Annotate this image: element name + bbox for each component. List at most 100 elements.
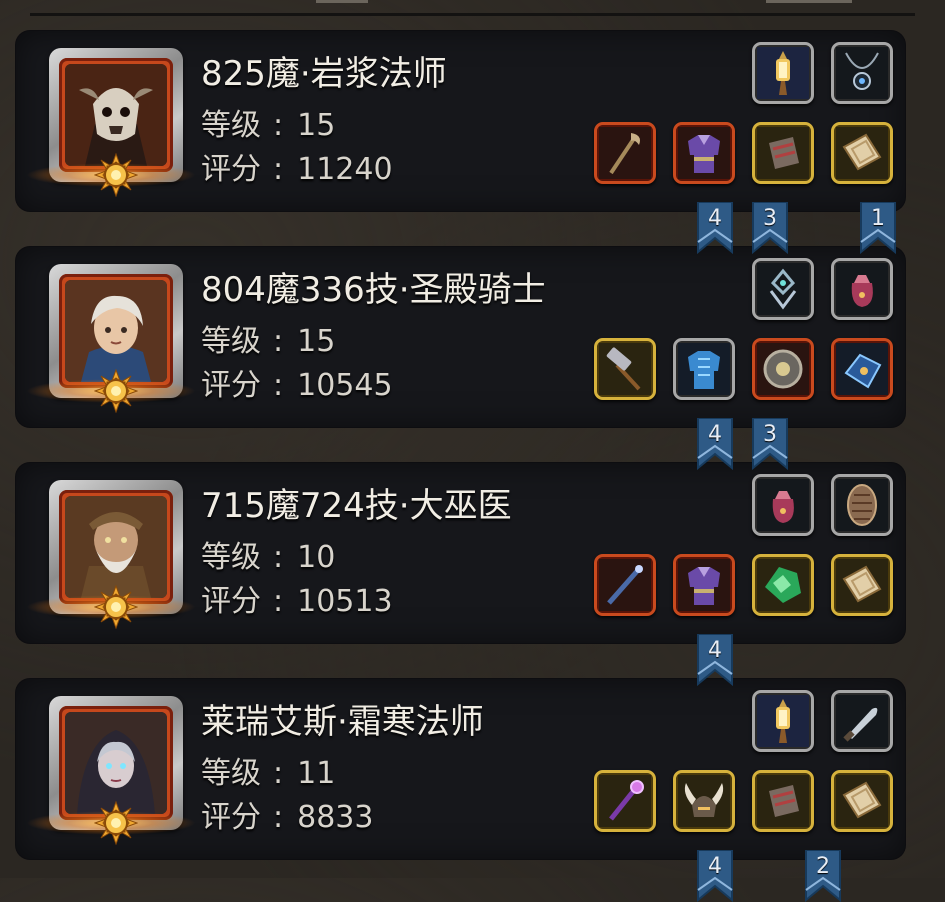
- armor-icon: [678, 559, 730, 611]
- set-count-ribbon[interactable]: 4: [695, 418, 735, 470]
- level-value: 15: [297, 108, 336, 143]
- top-bar: [0, 0, 945, 20]
- hero-level: 等级:15: [201, 324, 336, 359]
- set-count-ribbon[interactable]: 4: [695, 202, 735, 254]
- set-count-ribbon[interactable]: 2: [803, 850, 843, 902]
- sun-badge-icon: [94, 801, 138, 845]
- level-value: 15: [297, 324, 336, 359]
- emblem-icon: [757, 263, 809, 315]
- set-count: 3: [763, 422, 777, 447]
- tribal-shield-icon: [836, 479, 888, 531]
- hero-name: 804魔336技·圣殿骑士: [201, 270, 546, 310]
- bracer-icon: [757, 127, 809, 179]
- scepter-icon: [599, 775, 651, 827]
- chest-armor-icon: [678, 343, 730, 395]
- scroll-icon: [836, 775, 888, 827]
- equip-slot[interactable]: [752, 42, 814, 104]
- hero-name: 825魔·岩浆法师: [201, 54, 447, 94]
- equip-slot[interactable]: [594, 770, 656, 832]
- hero-avatar: [65, 280, 167, 382]
- hero-level: 等级:15: [201, 108, 336, 143]
- equip-slot[interactable]: [594, 554, 656, 616]
- hero-name: 莱瑞艾斯·霜寒法师: [201, 702, 484, 742]
- score-label: 评分: [201, 152, 261, 187]
- lantern-icon: [757, 47, 809, 99]
- equip-slot[interactable]: [831, 122, 893, 184]
- equip-slot[interactable]: [594, 122, 656, 184]
- hero-card[interactable]: 825魔·岩浆法师 等级:15 评分:11240: [16, 31, 905, 211]
- score-value: 11240: [297, 152, 393, 187]
- amulet-icon: [836, 47, 888, 99]
- armor-icon: [678, 127, 730, 179]
- lantern-icon: [757, 695, 809, 747]
- score-label: 评分: [201, 584, 261, 619]
- set-count: 4: [708, 638, 722, 663]
- equip-slot[interactable]: [831, 42, 893, 104]
- score-label: 评分: [201, 800, 261, 835]
- level-label: 等级: [201, 324, 261, 359]
- equip-slot[interactable]: [673, 122, 735, 184]
- equip-slot[interactable]: [831, 554, 893, 616]
- equip-slot[interactable]: [831, 690, 893, 752]
- set-count-ribbon[interactable]: 3: [750, 418, 790, 470]
- set-count: 3: [763, 206, 777, 231]
- set-count: 4: [708, 422, 722, 447]
- equip-slot[interactable]: [752, 690, 814, 752]
- set-count-ribbon[interactable]: 1: [858, 202, 898, 254]
- score-value: 8833: [297, 800, 374, 835]
- hero-card[interactable]: 莱瑞艾斯·霜寒法师 等级:11 评分:8833: [16, 679, 905, 859]
- score-value: 10545: [297, 368, 393, 403]
- hero-avatar: [65, 496, 167, 598]
- hero-card[interactable]: 804魔336技·圣殿骑士 等级:15 评分:10545: [16, 247, 905, 427]
- hero-level: 等级:11: [201, 756, 336, 791]
- equip-slot[interactable]: [594, 338, 656, 400]
- sun-badge-icon: [94, 585, 138, 629]
- score-label: 评分: [201, 368, 261, 403]
- equip-slot[interactable]: [831, 770, 893, 832]
- equip-slot[interactable]: [831, 474, 893, 536]
- set-count-ribbon[interactable]: 4: [695, 634, 735, 686]
- equip-slot[interactable]: [752, 122, 814, 184]
- sun-badge-icon: [94, 153, 138, 197]
- gem-icon: [757, 559, 809, 611]
- equip-slot[interactable]: [831, 338, 893, 400]
- hero-card[interactable]: 715魔724技·大巫医 等级:10 评分:10513: [16, 463, 905, 643]
- shield-icon: [757, 343, 809, 395]
- level-value: 10: [297, 540, 336, 575]
- hero-score: 评分:11240: [201, 152, 393, 187]
- equip-slot[interactable]: [752, 770, 814, 832]
- equip-slot[interactable]: [752, 554, 814, 616]
- equip-slot[interactable]: [752, 338, 814, 400]
- equip-slot[interactable]: [673, 554, 735, 616]
- hero-name: 715魔724技·大巫医: [201, 486, 512, 526]
- set-count-ribbon[interactable]: 4: [695, 850, 735, 902]
- hero-score: 评分:10545: [201, 368, 393, 403]
- sun-badge-icon: [94, 369, 138, 413]
- level-label: 等级: [201, 756, 261, 791]
- equip-slot[interactable]: [831, 258, 893, 320]
- hero-avatar: [65, 64, 167, 166]
- equip-slot[interactable]: [752, 474, 814, 536]
- hero-score: 评分:8833: [201, 800, 374, 835]
- level-value: 11: [297, 756, 336, 791]
- tab-indicator: [766, 0, 852, 3]
- hero-level: 等级:10: [201, 540, 336, 575]
- scroll-icon: [836, 559, 888, 611]
- pouch-icon: [836, 263, 888, 315]
- set-count: 4: [708, 206, 722, 231]
- equip-slot[interactable]: [673, 338, 735, 400]
- level-label: 等级: [201, 540, 261, 575]
- gauntlet-icon: [836, 343, 888, 395]
- set-count: 2: [816, 854, 830, 879]
- bracer-icon: [757, 775, 809, 827]
- tab-indicator: [316, 0, 368, 3]
- level-label: 等级: [201, 108, 261, 143]
- hammer-icon: [599, 343, 651, 395]
- top-divider: [30, 13, 915, 16]
- set-count-ribbon[interactable]: 3: [750, 202, 790, 254]
- hero-score: 评分:10513: [201, 584, 393, 619]
- equip-slot[interactable]: [673, 770, 735, 832]
- equip-slot[interactable]: [752, 258, 814, 320]
- pouch-icon: [757, 479, 809, 531]
- horned-helm-icon: [678, 775, 730, 827]
